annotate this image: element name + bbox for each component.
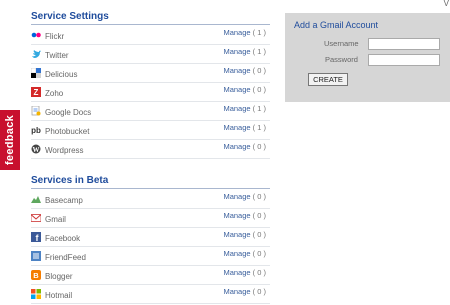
password-input[interactable] (368, 54, 440, 66)
svg-text:pb: pb (31, 126, 41, 135)
manage-count: ( 1 ) (252, 123, 266, 132)
manage-link-basecamp[interactable]: Manage ( 0 ) (223, 192, 266, 201)
service-row-twitter: Twitter Manage ( 1 ) (31, 45, 270, 64)
service-name: Basecamp (45, 196, 83, 205)
friendfeed-icon (31, 251, 41, 261)
twitter-icon (31, 49, 41, 59)
password-label: Password (325, 55, 358, 64)
service-row-basecamp: Basecamp Manage ( 0 ) (31, 190, 270, 209)
flickr-icon (31, 30, 41, 40)
service-name: Hotmail (45, 291, 73, 300)
service-name: Facebook (45, 234, 81, 243)
manage-link-friendfeed[interactable]: Manage ( 0 ) (223, 249, 266, 258)
manage-link-blogger[interactable]: Manage ( 0 ) (223, 268, 266, 277)
manage-count: ( 1 ) (252, 104, 266, 113)
manage-link-google-docs[interactable]: Manage ( 1 ) (223, 104, 266, 113)
svg-text:W: W (33, 146, 40, 154)
manage-count: ( 0 ) (252, 66, 266, 75)
service-row-hotmail: Hotmail Manage ( 0 ) (31, 285, 270, 304)
username-label: Username (324, 39, 359, 48)
svg-text:Z: Z (34, 88, 39, 97)
basecamp-icon (31, 194, 41, 204)
manage-count: ( 0 ) (252, 85, 266, 94)
hotmail-icon (31, 289, 41, 299)
feedback-label: feedback (4, 114, 16, 166)
feedback-tab[interactable]: feedback (0, 110, 20, 170)
delicious-icon (31, 68, 41, 78)
service-row-google-docs: Google Docs Manage ( 1 ) (31, 102, 270, 121)
manage-link-flickr[interactable]: Manage ( 1 ) (223, 28, 266, 37)
manage-count: ( 0 ) (252, 230, 266, 239)
service-row-wordpress: W Wordpress Manage ( 0 ) (31, 140, 270, 159)
manage-link-photobucket[interactable]: Manage ( 1 ) (223, 123, 266, 132)
google-docs-icon (31, 106, 41, 116)
manage-count: ( 0 ) (252, 268, 266, 277)
service-name: Google Docs (45, 108, 92, 117)
section-divider (31, 188, 270, 189)
service-row-zoho: Z Zoho Manage ( 0 ) (31, 83, 270, 102)
manage-count: ( 0 ) (252, 211, 266, 220)
service-row-facebook: f Facebook Manage ( 0 ) (31, 228, 270, 247)
service-row-blogger: B Blogger Manage ( 0 ) (31, 266, 270, 285)
service-name: Delicious (45, 70, 78, 79)
wordpress-icon: W (31, 144, 41, 154)
service-name: Photobucket (45, 127, 90, 136)
service-name: Blogger (45, 272, 73, 281)
manage-count: ( 0 ) (252, 249, 266, 258)
service-name: Flickr (45, 32, 65, 41)
facebook-icon: f (31, 232, 41, 242)
blogger-icon: B (31, 270, 41, 280)
manage-count: ( 1 ) (252, 47, 266, 56)
panel-title: Add a Gmail Account (294, 20, 379, 30)
service-row-gmail: Gmail Manage ( 0 ) (31, 209, 270, 228)
manage-link-twitter[interactable]: Manage ( 1 ) (223, 47, 266, 56)
service-row-photobucket: pb Photobucket Manage ( 1 ) (31, 121, 270, 140)
service-name: Twitter (45, 51, 69, 60)
service-name: Gmail (45, 215, 66, 224)
svg-text:B: B (33, 271, 39, 280)
manage-count: ( 0 ) (252, 142, 266, 151)
service-name: FriendFeed (45, 253, 86, 262)
manage-link-hotmail[interactable]: Manage ( 0 ) (223, 287, 266, 296)
section-divider (31, 24, 270, 25)
gmail-icon (31, 213, 41, 223)
manage-link-wordpress[interactable]: Manage ( 0 ) (223, 142, 266, 151)
service-row-delicious: Delicious Manage ( 0 ) (31, 64, 270, 83)
manage-link-facebook[interactable]: Manage ( 0 ) (223, 230, 266, 239)
manage-link-delicious[interactable]: Manage ( 0 ) (223, 66, 266, 75)
manage-count: ( 1 ) (252, 28, 266, 37)
service-row-friendfeed: FriendFeed Manage ( 0 ) (31, 247, 270, 266)
manage-link-zoho[interactable]: Manage ( 0 ) (223, 85, 266, 94)
services-beta-title: Services in Beta (31, 175, 109, 186)
add-gmail-account-panel: Add a Gmail Account Username Password CR… (285, 13, 450, 102)
manage-link-gmail[interactable]: Manage ( 0 ) (223, 211, 266, 220)
username-input[interactable] (368, 38, 440, 50)
manage-count: ( 0 ) (252, 192, 266, 201)
service-name: Zoho (45, 89, 64, 98)
zoho-icon: Z (31, 87, 41, 97)
create-button[interactable]: CREATE (308, 73, 348, 86)
truncated-link-fragment[interactable]: V (444, 0, 449, 8)
service-settings-title: Service Settings (31, 11, 109, 22)
manage-count: ( 0 ) (252, 287, 266, 296)
photobucket-icon: pb (31, 125, 41, 135)
service-name: Wordpress (45, 146, 84, 155)
service-row-flickr: Flickr Manage ( 1 ) (31, 26, 270, 45)
